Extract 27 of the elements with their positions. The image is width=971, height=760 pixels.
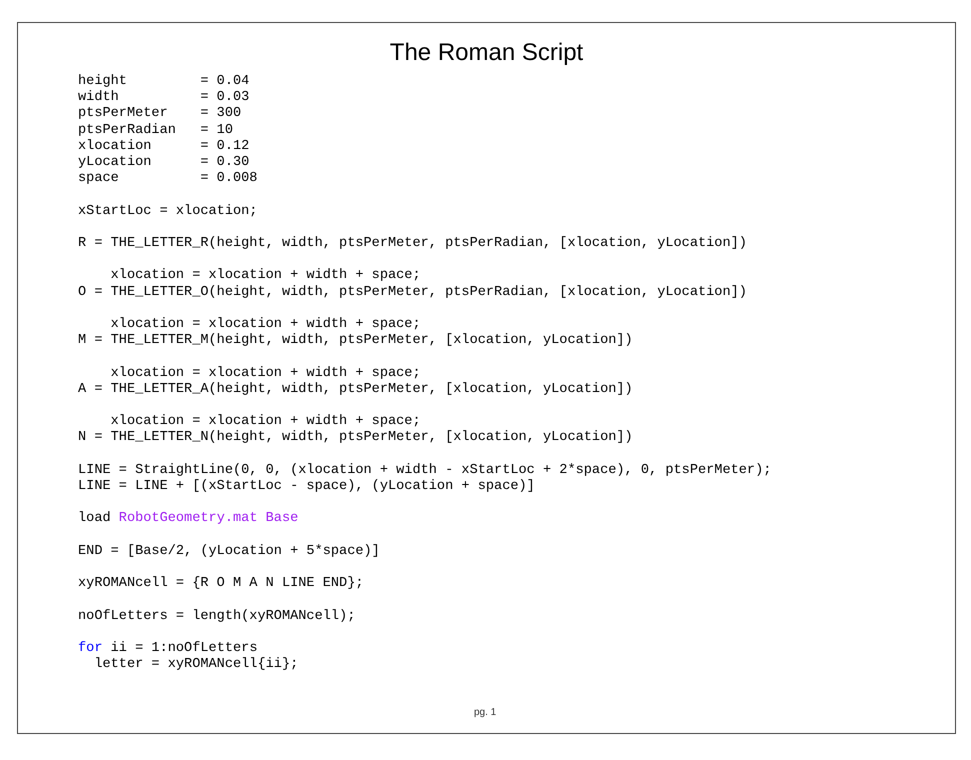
code-line: LINE = LINE + [(xStartLoc - space), (yLocation + space)]	[78, 478, 535, 496]
code-line: xlocation = xlocation + width + space;	[110, 268, 421, 285]
code-line: height = 0.04	[78, 74, 250, 90]
code-line: load RobotGeometry.mat Base	[78, 511, 298, 528]
code-line: ptsPerMeter = 300	[78, 106, 242, 123]
code-line: space = 0.008	[78, 171, 258, 188]
page-number: pg. 1	[474, 706, 496, 720]
code-line: xyROMANcell = {R O M A N LINE END};	[78, 576, 364, 592]
code-line: xlocation = 0.12	[78, 138, 250, 155]
code-line: for ii = 1:noOfLetters	[78, 640, 258, 657]
code-line: R = THE_LETTER_R(height, width, ptsPerMeter, ptsPerRadian, [xlocation, yLocation])	[78, 236, 747, 252]
code-line: letter = xyROMANcell{ii};	[93, 657, 298, 674]
code-line: M = THE_LETTER_M(height, width, ptsPerMeter, [xlocation, yLocation])	[78, 333, 633, 350]
code-line: LINE = StraightLine(0, 0, (xlocation + width - xStartLoc + 2*space), 0, ptsPerMeter);	[78, 462, 772, 479]
code-line: xlocation = xlocation + width + space;	[110, 414, 421, 430]
code-line: xlocation = xlocation + width + space;	[110, 316, 421, 333]
code-line: noOfLetters = length(xyROMANcell);	[78, 608, 356, 625]
page-title: The Roman Script	[390, 39, 584, 67]
code-line: A = THE_LETTER_A(height, width, ptsPerMeter, [xlocation, yLocation])	[78, 382, 633, 398]
code-line: xStartLoc = xlocation;	[78, 204, 258, 220]
code-line: N = THE_LETTER_N(height, width, ptsPerMeter, [xlocation, yLocation])	[78, 430, 633, 447]
code-line: xlocation = xlocation + width + space;	[110, 366, 421, 382]
code-line: O = THE_LETTER_O(height, width, ptsPerMeter, ptsPerRadian, [xlocation, yLocation])	[78, 284, 747, 301]
code-line: width = 0.03	[78, 90, 250, 106]
code-line: ptsPerRadian = 10	[78, 122, 233, 139]
code-line: yLocation = 0.30	[78, 155, 250, 172]
code-line: END = [Base/2, (yLocation + 5*space)]	[78, 544, 380, 560]
